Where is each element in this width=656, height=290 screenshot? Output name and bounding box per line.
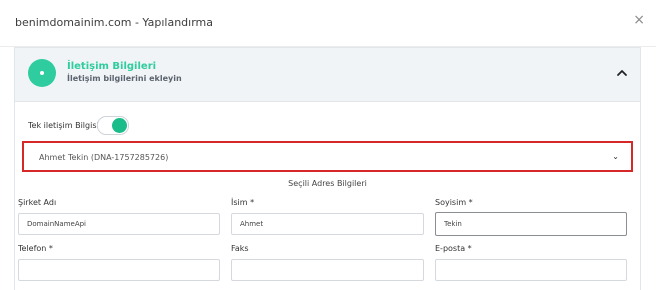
first-name-label: İsim * [231,198,255,207]
contact-select-value: Ahmet Tekin (DNA-1757285726) [39,153,169,162]
single-contact-toggle[interactable] [97,116,129,135]
email-label: E-posta * [435,244,472,253]
fax-field[interactable] [231,259,424,281]
company-field[interactable] [18,213,220,235]
contact-info-panel: İletişim Bilgileri İletişim bilgilerini … [14,47,641,290]
last-name-field[interactable] [435,212,627,236]
panel-header[interactable]: İletişim Bilgileri İletişim bilgilerini … [15,48,640,102]
chevron-down-icon: ⌄ [612,152,619,161]
modal-title: benimdomainim.com - Yapılandırma [15,16,213,29]
panel-title: İletişim Bilgileri [67,61,157,72]
toggle-knob [112,118,127,133]
contact-select[interactable]: Ahmet Tekin (DNA-1757285726) ⌄ [22,141,633,172]
chevron-up-icon[interactable] [616,67,628,79]
close-icon[interactable]: × [633,13,645,27]
phone-label: Telefon * [18,244,53,253]
company-label: Şirket Adı [18,198,57,207]
panel-subtitle: İletişim bilgilerini ekleyin [67,74,182,83]
email-field[interactable] [435,259,627,281]
modal-header: benimdomainim.com - Yapılandırma × [0,0,656,47]
first-name-field[interactable] [231,213,424,235]
section-title: Seçili Adres Bilgileri [288,179,367,188]
phone-field[interactable] [18,259,220,281]
last-name-label: Soyisim * [435,198,473,207]
contact-icon [28,59,56,87]
single-contact-label: Tek iletişim Bilgisi: [28,121,102,130]
fax-label: Faks [231,244,249,253]
